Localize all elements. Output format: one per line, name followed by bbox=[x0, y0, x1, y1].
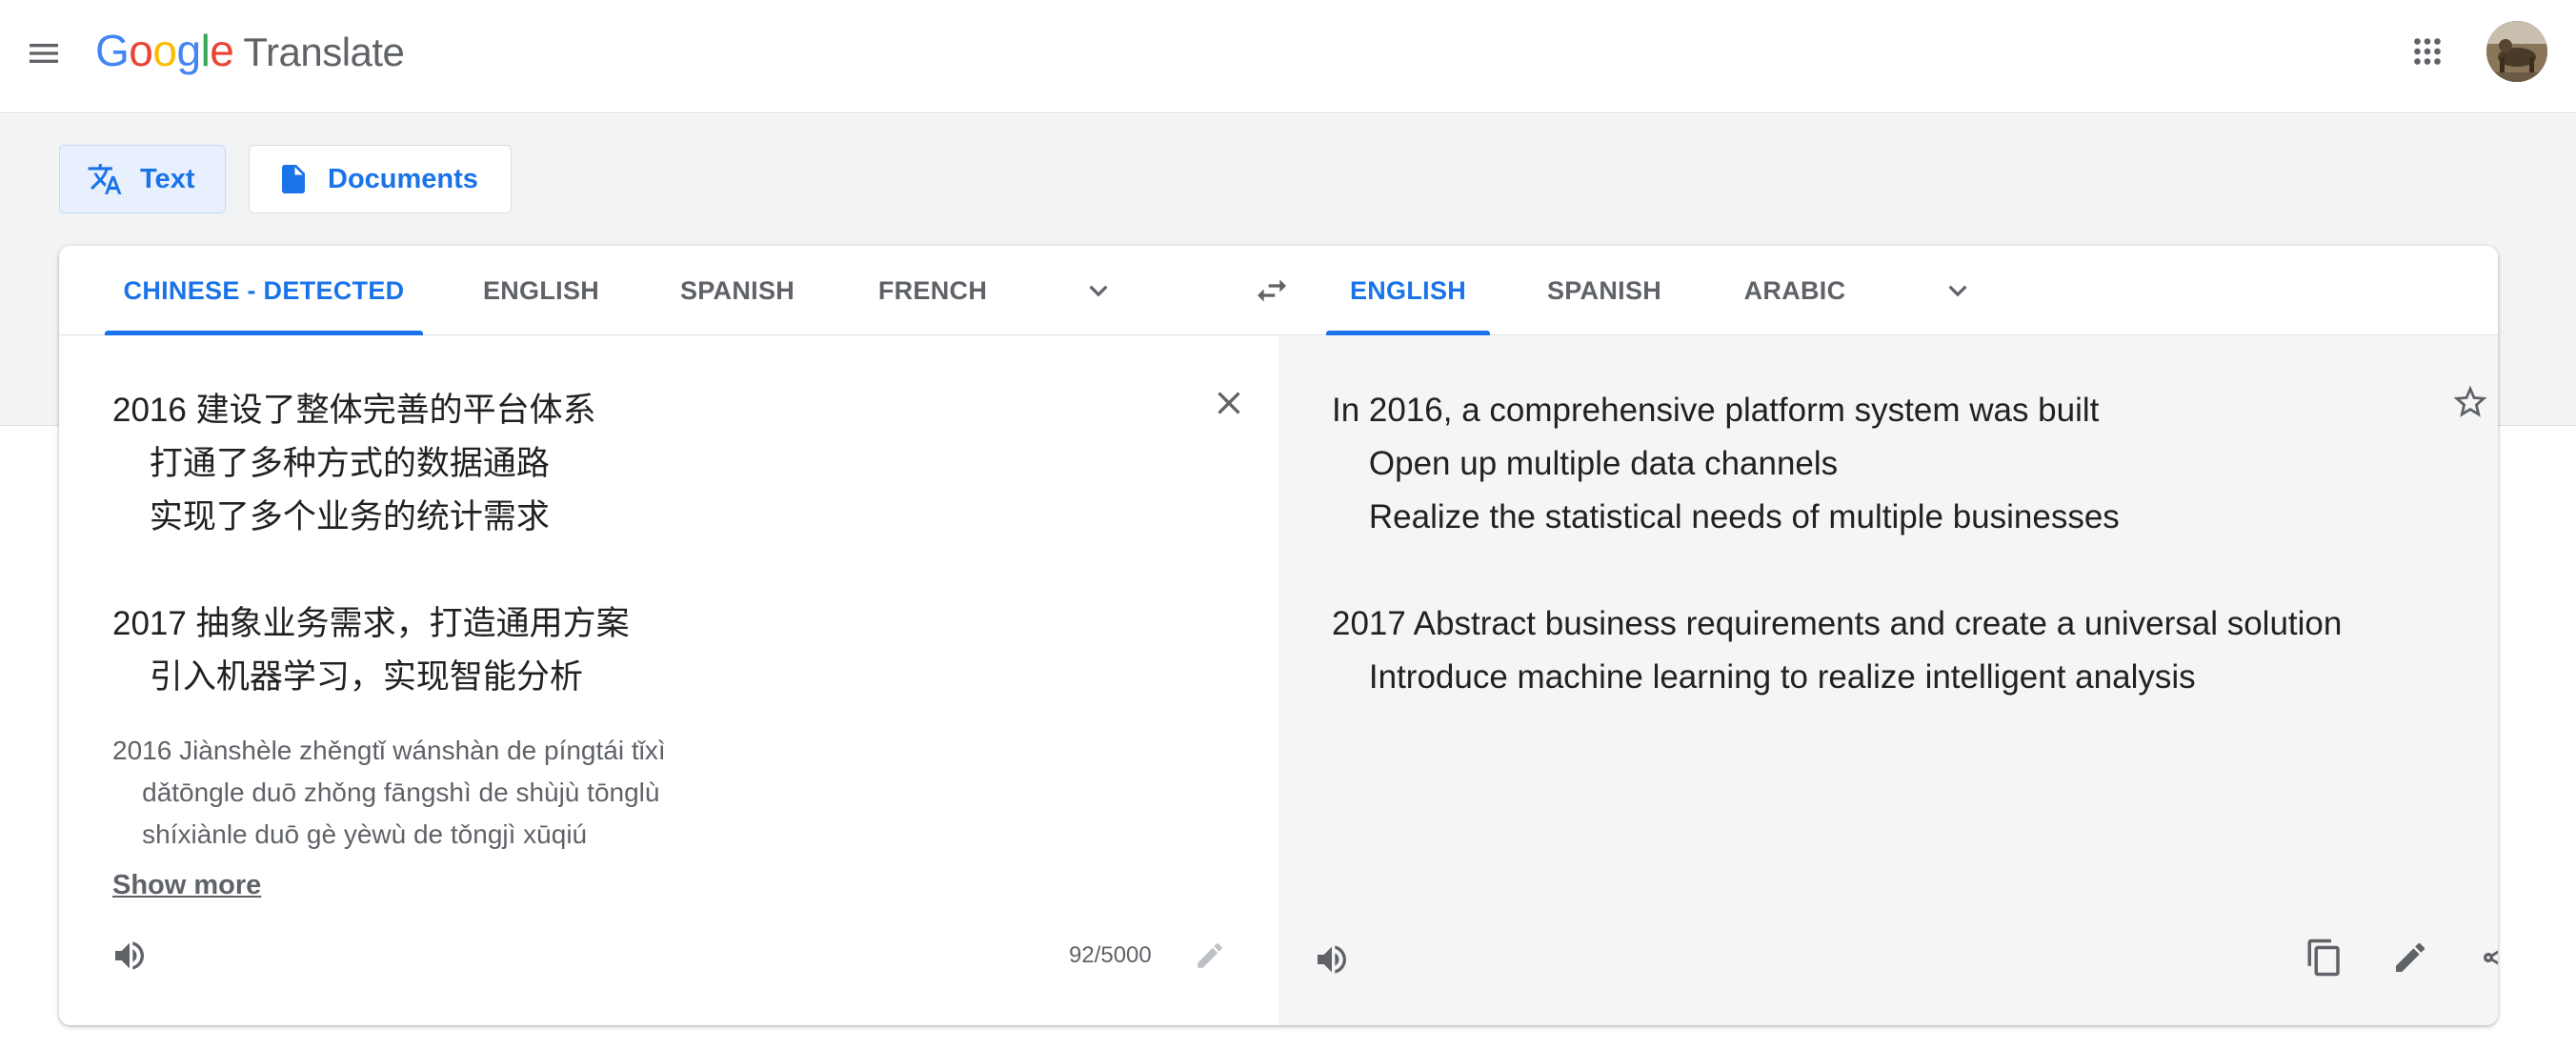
tab-label: SPANISH bbox=[1546, 275, 1662, 305]
tab-label: SPANISH bbox=[679, 275, 795, 305]
translation-line: 2017 Abstract business requirements and … bbox=[1332, 605, 2343, 642]
tab-label: ENGLISH bbox=[1349, 275, 1467, 305]
apps-grid-icon bbox=[2414, 38, 2441, 65]
logo-letter: o bbox=[129, 26, 153, 75]
character-count: 92/5000 bbox=[1069, 942, 1152, 968]
product-name: Translate bbox=[243, 30, 405, 74]
translation-output: In 2016, a comprehensive platform system… bbox=[1332, 384, 2342, 704]
documents-mode-label: Documents bbox=[328, 163, 478, 194]
document-icon bbox=[282, 165, 305, 193]
source-line: 2017 抽象业务需求，打造通用方案 bbox=[112, 605, 630, 642]
tab-label: CHINESE - DETECTED bbox=[123, 275, 405, 305]
source-line: 打通了多种方式的数据通路 bbox=[112, 445, 550, 482]
translation-line: In 2016, a comprehensive platform system… bbox=[1332, 392, 2100, 429]
copy-translation-button[interactable] bbox=[2298, 931, 2351, 984]
source-lang-tab-english[interactable]: ENGLISH bbox=[459, 246, 623, 335]
transliteration-line: dǎtōngle duō zhǒng fāngshì de shùjù tōng… bbox=[112, 777, 660, 807]
source-line: 实现了多个业务的统计需求 bbox=[112, 498, 550, 535]
edit-source-button[interactable] bbox=[1183, 929, 1237, 982]
close-icon bbox=[1218, 392, 1240, 414]
text-mode-button[interactable]: Text bbox=[59, 145, 226, 213]
logo-letter: l bbox=[200, 26, 211, 75]
listen-source-button[interactable] bbox=[103, 929, 156, 982]
source-line: 引入机器学习，实现智能分析 bbox=[112, 658, 583, 696]
source-lang-tab-detected[interactable]: CHINESE - DETECTED bbox=[105, 246, 423, 335]
translation-pane: In 2016, a comprehensive platform system… bbox=[1278, 336, 2498, 1025]
main-menu-button[interactable] bbox=[17, 29, 70, 78]
user-avatar[interactable] bbox=[2486, 21, 2547, 82]
save-translation-button[interactable] bbox=[2445, 376, 2496, 428]
suggest-edit-button[interactable] bbox=[2384, 931, 2437, 984]
share-translation-button[interactable] bbox=[2471, 931, 2498, 984]
menu-icon bbox=[30, 44, 58, 63]
source-line bbox=[112, 544, 630, 597]
google-apps-button[interactable] bbox=[2401, 25, 2454, 78]
pencil-icon bbox=[1197, 943, 1222, 968]
tab-label: ENGLISH bbox=[482, 275, 600, 305]
pencil-icon bbox=[2396, 942, 2425, 972]
text-mode-label: Text bbox=[140, 163, 195, 194]
copy-icon bbox=[2307, 939, 2340, 977]
translation-card: CHINESE - DETECTED ENGLISH SPANISH FRENC… bbox=[59, 246, 2498, 1025]
tab-label: FRENCH bbox=[877, 275, 988, 305]
logo-letter: e bbox=[210, 26, 234, 75]
clear-source-button[interactable] bbox=[1204, 378, 1254, 428]
google-translate-logo[interactable]: G o o g l e Translate bbox=[95, 25, 405, 82]
translation-line bbox=[1332, 544, 2342, 597]
transliteration: 2016 Jiànshèle zhěngtǐ wánshàn de píngtá… bbox=[112, 730, 666, 856]
star-outline-icon bbox=[2453, 385, 2487, 417]
swap-languages-button[interactable] bbox=[1246, 265, 1298, 316]
swap-icon bbox=[1258, 279, 1286, 302]
speaker-icon bbox=[1318, 945, 1346, 974]
logo-letter: o bbox=[152, 26, 177, 75]
show-more-link[interactable]: Show more bbox=[112, 870, 261, 901]
transliteration-line: 2016 Jiànshèle zhěngtǐ wánshàn de píngtá… bbox=[112, 736, 666, 765]
target-lang-tab-arabic[interactable]: ARABIC bbox=[1719, 246, 1871, 335]
source-more-languages-button[interactable] bbox=[1075, 267, 1122, 314]
logo-letter: g bbox=[176, 26, 201, 75]
tab-label: ARABIC bbox=[1743, 275, 1846, 305]
source-line: 2016 建设了整体完善的平台体系 bbox=[112, 392, 596, 429]
source-text-input[interactable]: 2016 建设了整体完善的平台体系 打通了多种方式的数据通路 实现了多个业务的统… bbox=[112, 384, 630, 704]
source-lang-tab-spanish[interactable]: SPANISH bbox=[655, 246, 819, 335]
translate-icon bbox=[88, 164, 122, 194]
source-lang-tab-french[interactable]: FRENCH bbox=[852, 246, 1014, 335]
translation-line: Open up multiple data channels bbox=[1332, 445, 1839, 482]
chevron-down-icon bbox=[1948, 285, 1967, 297]
speaker-icon bbox=[115, 941, 144, 970]
listen-translation-button[interactable] bbox=[1305, 933, 1358, 986]
translation-line: Realize the statistical needs of multipl… bbox=[1332, 498, 2120, 535]
language-tabs-row: CHINESE - DETECTED ENGLISH SPANISH FRENC… bbox=[59, 246, 2498, 335]
share-icon bbox=[2483, 950, 2498, 965]
target-lang-tab-english[interactable]: ENGLISH bbox=[1326, 246, 1490, 335]
documents-mode-button[interactable]: Documents bbox=[249, 145, 512, 213]
chevron-down-icon bbox=[1089, 285, 1108, 297]
app-header: G o o g l e Translate bbox=[0, 0, 2576, 113]
avatar-image bbox=[2486, 21, 2547, 82]
translation-line: Introduce machine learning to realize in… bbox=[1332, 658, 2196, 696]
target-more-languages-button[interactable] bbox=[1934, 267, 1982, 314]
source-pane: 2016 建设了整体完善的平台体系 打通了多种方式的数据通路 实现了多个业务的统… bbox=[59, 336, 1278, 1025]
transliteration-line: shíxiànle duō gè yèwù de tǒngjì xūqiú bbox=[112, 819, 588, 849]
target-lang-tab-spanish[interactable]: SPANISH bbox=[1522, 246, 1686, 335]
logo-letter: G bbox=[95, 26, 130, 75]
